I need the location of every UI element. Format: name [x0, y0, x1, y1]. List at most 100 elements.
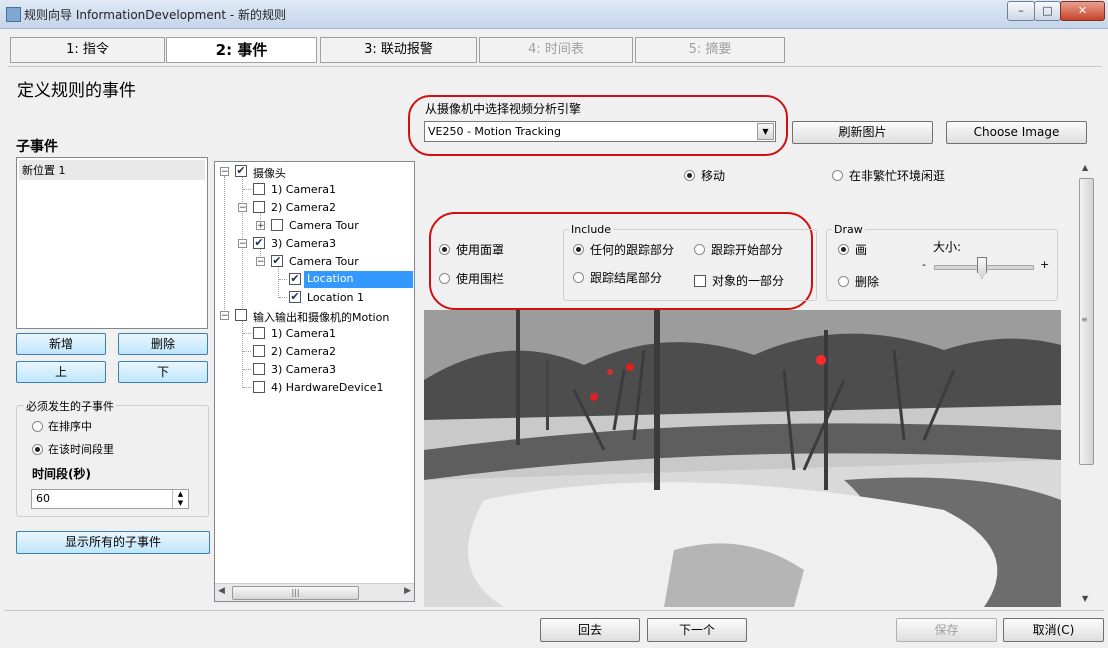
radio-in-timespan[interactable]: [32, 443, 43, 455]
delete-button[interactable]: 删除: [118, 333, 208, 355]
tab-events[interactable]: 2: 事件: [166, 37, 317, 63]
collapse-icon[interactable]: −: [220, 167, 229, 177]
checkbox-object-part[interactable]: [694, 274, 706, 287]
collapse-icon[interactable]: −: [238, 203, 247, 213]
checkbox-io-camera3[interactable]: [253, 363, 265, 375]
scroll-down-icon[interactable]: ▼: [1082, 594, 1088, 603]
expand-icon[interactable]: +: [256, 221, 265, 231]
radio-any-part[interactable]: [573, 244, 584, 255]
checkbox-camera2[interactable]: [253, 201, 265, 213]
window-title: 规则向导 InformationDevelopment - 新的规则: [24, 8, 287, 22]
scroll-left-icon[interactable]: ◀: [218, 586, 225, 596]
checkbox-io-hardware[interactable]: [253, 381, 265, 393]
list-item[interactable]: 新位置 1: [19, 160, 205, 180]
checkbox-camera3[interactable]: ✔: [253, 237, 265, 249]
checkbox-io-motion[interactable]: [235, 309, 247, 321]
chevron-down-icon[interactable]: ▼: [757, 123, 774, 140]
radio-paint[interactable]: [838, 244, 849, 255]
engine-label: 从摄像机中选择视频分析引擎: [425, 102, 582, 116]
checkbox-io-camera1[interactable]: [253, 327, 265, 339]
radio-erase[interactable]: [838, 276, 849, 287]
option-in-sequence[interactable]: 在排序中: [32, 418, 92, 434]
tree-item-camera3-tour[interactable]: Camera Tour: [289, 255, 359, 268]
mode-idle-option[interactable]: 在非繁忙环境闲逛: [832, 167, 945, 184]
tab-instructions[interactable]: 1: 指令: [10, 37, 165, 63]
tree-item-io-camera2[interactable]: 2) Camera2: [271, 345, 336, 358]
scroll-up-icon[interactable]: ▲: [1082, 163, 1088, 172]
tree-item-io-hardware[interactable]: 4) HardwareDevice1: [271, 381, 384, 394]
engine-dropdown[interactable]: VE250 - Motion Tracking ▼: [424, 121, 776, 142]
tree-item-camera2[interactable]: 2) Camera2: [271, 201, 336, 214]
tree-item-io-motion[interactable]: 输入输出和摄像机的Motion: [253, 309, 389, 325]
timespan-stepper[interactable]: 60 ▲ ▼: [31, 489, 189, 509]
required-group-label: 必须发生的子事件: [24, 398, 116, 414]
use-mask-option[interactable]: 使用面罩: [439, 241, 504, 258]
radio-end-part[interactable]: [573, 272, 584, 283]
radio-move[interactable]: [684, 170, 695, 181]
collapse-icon[interactable]: −: [220, 311, 229, 321]
option-label: 移动: [701, 169, 726, 183]
next-button[interactable]: 下一个: [647, 618, 747, 642]
radio-idle[interactable]: [832, 170, 843, 181]
tree-item-camera1[interactable]: 1) Camera1: [271, 183, 336, 196]
tree-item-camera2-tour[interactable]: Camera Tour: [289, 219, 359, 232]
minimize-icon[interactable]: –: [1007, 1, 1035, 21]
spin-down-icon[interactable]: ▼: [172, 499, 188, 508]
checkbox-cameras[interactable]: ✔: [235, 165, 247, 177]
radio-use-mask[interactable]: [439, 244, 450, 255]
tree-hscrollbar[interactable]: ◀ ||| ▶: [215, 583, 414, 601]
checkbox-camera3-tour[interactable]: ✔: [271, 255, 283, 267]
use-fence-option[interactable]: 使用围栏: [439, 270, 504, 287]
checkbox-camera1[interactable]: [253, 183, 265, 195]
camera-snapshot[interactable]: [424, 310, 1061, 607]
radio-in-sequence[interactable]: [32, 420, 43, 432]
include-object-part[interactable]: 对象的一部分: [694, 272, 784, 289]
tree-item-io-camera3[interactable]: 3) Camera3: [271, 363, 336, 376]
draw-paint-option[interactable]: 画: [838, 241, 867, 258]
radio-start-part[interactable]: [694, 244, 705, 255]
sub-events-list[interactable]: 新位置 1: [16, 157, 208, 329]
maximize-icon[interactable]: □: [1034, 1, 1061, 21]
tree-item-io-camera1[interactable]: 1) Camera1: [271, 327, 336, 340]
camera-tree[interactable]: − ✔ 摄像头 1) Camera1 − 2) Camera2 + Camera…: [214, 161, 415, 602]
checkbox-location[interactable]: ✔: [289, 273, 301, 285]
tree-line: [224, 176, 225, 318]
tree-line: [243, 333, 251, 334]
mode-move-option[interactable]: 移动: [684, 167, 725, 184]
close-icon[interactable]: ✕: [1060, 1, 1105, 21]
checkbox-io-camera2[interactable]: [253, 345, 265, 357]
refresh-image-button[interactable]: 刷新图片: [792, 121, 933, 144]
show-all-subevents-button[interactable]: 显示所有的子事件: [16, 531, 210, 554]
draw-erase-option[interactable]: 删除: [838, 273, 879, 290]
option-in-timespan[interactable]: 在该时间段里: [32, 441, 114, 457]
include-start-part[interactable]: 跟踪开始部分: [694, 241, 783, 258]
tree-item-camera3[interactable]: 3) Camera3: [271, 237, 336, 250]
spin-up-icon[interactable]: ▲: [172, 490, 188, 499]
tree-item-cameras[interactable]: 摄像头: [253, 165, 286, 181]
vertical-scrollbar[interactable]: ▲ ≡ ▼: [1077, 161, 1095, 607]
scroll-right-icon[interactable]: ▶: [404, 586, 411, 596]
tab-summary: 5: 摘要: [635, 37, 785, 63]
tree-line: [278, 266, 279, 298]
back-button[interactable]: 回去: [540, 618, 640, 642]
scroll-thumb[interactable]: |||: [232, 586, 359, 600]
include-end-part[interactable]: 跟踪结尾部分: [573, 269, 662, 286]
tree-line: [243, 369, 251, 370]
include-any-part[interactable]: 任何的跟踪部分: [573, 241, 674, 258]
add-button[interactable]: 新增: [16, 333, 106, 355]
tree-item-location1[interactable]: Location 1: [307, 291, 364, 304]
move-down-button[interactable]: 下: [118, 361, 208, 383]
checkbox-camera2-tour[interactable]: [271, 219, 283, 231]
draw-group-label: Draw: [832, 223, 865, 236]
collapse-icon[interactable]: −: [256, 257, 265, 267]
move-up-button[interactable]: 上: [16, 361, 106, 383]
sub-events-heading: 子事件: [16, 139, 58, 155]
cancel-button[interactable]: 取消(C): [1003, 618, 1104, 642]
tree-item-location-selected[interactable]: Location: [304, 271, 413, 288]
camera-snapshot-image: [424, 310, 1061, 607]
radio-use-fence[interactable]: [439, 273, 450, 284]
tab-alarms[interactable]: 3: 联动报警: [320, 37, 477, 63]
checkbox-location1[interactable]: ✔: [289, 291, 301, 303]
collapse-icon[interactable]: −: [238, 239, 247, 249]
choose-image-button[interactable]: Choose Image: [946, 121, 1087, 144]
